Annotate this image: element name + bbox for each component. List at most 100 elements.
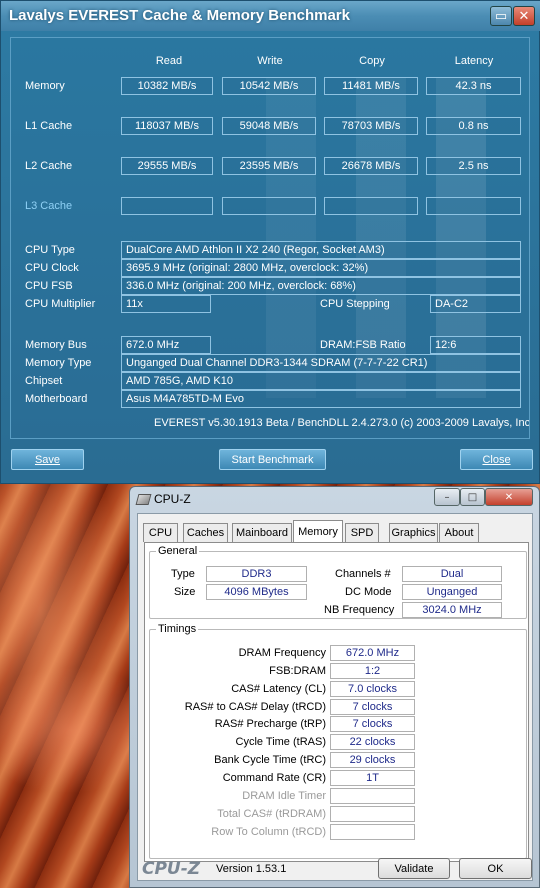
- row-label-l3-cache: L3 Cache: [25, 200, 73, 212]
- type-label: Type: [171, 568, 195, 580]
- tab-spd[interactable]: SPD: [345, 523, 379, 542]
- start-benchmark-label: Start Benchmark: [231, 453, 314, 466]
- memory-read-value: 10382 MB/s: [121, 77, 213, 95]
- timing-label: FSB:DRAM: [269, 665, 326, 677]
- dc-mode-value: Unganged: [402, 584, 502, 600]
- validate-label: Validate: [394, 862, 434, 875]
- timing-value: 7.0 clocks: [330, 681, 415, 697]
- close-dialog-button[interactable]: Close: [460, 449, 533, 470]
- size-label: Size: [174, 586, 196, 598]
- memory-latency-value: 42.3 ns: [426, 77, 521, 95]
- timing-label: Bank Cycle Time (tRC): [214, 754, 326, 766]
- close-button[interactable]: ✕: [513, 6, 535, 26]
- timing-value: 7 clocks: [330, 699, 415, 715]
- memory-panel: General Type DDR3 Size 4096 MBytes Chann…: [144, 542, 529, 862]
- everest-titlebar[interactable]: Lavalys EVEREST Cache & Memory Benchmark…: [1, 1, 540, 31]
- timing-label: DRAM Idle Timer: [242, 790, 326, 802]
- motherboard-value: Asus M4A785TD-M Evo: [121, 390, 521, 408]
- column-header-copy: Copy: [359, 55, 385, 67]
- timings-group: Timings DRAM Frequency 672.0 MHz FSB:DRA…: [149, 623, 527, 859]
- memory-bus-label: Memory Bus: [25, 339, 87, 351]
- maximize-icon: □: [467, 491, 478, 503]
- timing-value: [330, 806, 415, 822]
- minimize-icon: ▭: [494, 8, 508, 24]
- timing-label: Total CAS# (tRDRAM): [217, 808, 326, 820]
- everest-footer: EVEREST v5.30.1913 Beta / BenchDLL 2.4.2…: [154, 417, 530, 429]
- timing-label: RAS# Precharge (tRP): [214, 718, 326, 730]
- cpu-multiplier-value: 11x: [121, 295, 211, 313]
- l1-copy-value: 78703 MB/s: [324, 117, 418, 135]
- tab-memory[interactable]: Memory: [293, 520, 343, 543]
- l3-copy-value: [324, 197, 418, 215]
- memory-copy-value: 11481 MB/s: [324, 77, 418, 95]
- cpuz-minimize-button[interactable]: –: [434, 488, 460, 506]
- timing-label: Command Rate (CR): [222, 772, 326, 784]
- save-button[interactable]: Save: [11, 449, 84, 470]
- close-button-label: Close: [482, 453, 511, 466]
- cpuz-app-icon: [135, 494, 152, 505]
- timing-label: Row To Column (tRCD): [211, 826, 326, 838]
- channels-value: Dual: [402, 566, 502, 582]
- minimize-button[interactable]: ▭: [490, 6, 512, 26]
- l2-read-value: 29555 MB/s: [121, 157, 213, 175]
- chipset-label: Chipset: [25, 375, 63, 387]
- timing-value: 7 clocks: [330, 716, 415, 732]
- cpuz-body: CPU Caches Mainboard Memory SPD Graphics…: [137, 513, 533, 881]
- tab-about[interactable]: About: [439, 523, 479, 542]
- tab-cpu[interactable]: CPU: [143, 523, 178, 542]
- cpu-multiplier-label: CPU Multiplier: [25, 298, 96, 310]
- cpu-type-value: DualCore AMD Athlon II X2 240 (Regor, So…: [121, 241, 521, 259]
- timing-value: 672.0 MHz: [330, 645, 415, 661]
- memory-type-value: Unganged Dual Channel DDR3-1344 SDRAM (7…: [121, 354, 521, 372]
- tab-caches[interactable]: Caches: [183, 523, 228, 542]
- ok-button[interactable]: OK: [459, 858, 532, 879]
- cpuz-maximize-button[interactable]: □: [460, 488, 485, 506]
- cpu-stepping-label: CPU Stepping: [320, 298, 390, 310]
- l3-latency-value: [426, 197, 521, 215]
- cpu-stepping-value: DA-C2: [430, 295, 521, 313]
- memory-write-value: 10542 MB/s: [222, 77, 316, 95]
- tab-graphics[interactable]: Graphics: [389, 523, 438, 542]
- l3-write-value: [222, 197, 316, 215]
- minimize-icon: –: [444, 491, 450, 503]
- tab-mainboard[interactable]: Mainboard: [232, 523, 292, 542]
- memory-bus-value: 672.0 MHz: [121, 336, 211, 354]
- cpuz-title: CPU-Z: [154, 492, 191, 506]
- cpuz-close-button[interactable]: ✕: [485, 488, 533, 506]
- ok-label: OK: [487, 862, 504, 875]
- validate-button[interactable]: Validate: [378, 858, 450, 879]
- everest-title: Lavalys EVEREST Cache & Memory Benchmark: [9, 7, 350, 24]
- close-icon: ✕: [504, 491, 514, 503]
- l1-read-value: 118037 MB/s: [121, 117, 213, 135]
- timing-value: 1T: [330, 770, 415, 786]
- timing-label: DRAM Frequency: [238, 647, 326, 659]
- general-legend: General: [156, 545, 200, 557]
- row-label-l1-cache: L1 Cache: [25, 120, 73, 132]
- start-benchmark-button[interactable]: Start Benchmark: [219, 449, 326, 470]
- cpu-fsb-value: 336.0 MHz (original: 200 MHz, overclock:…: [121, 277, 521, 295]
- channels-label: Channels #: [335, 568, 391, 580]
- cpuz-window: CPU-Z – □ ✕ CPU Caches Mainboard Memory …: [129, 486, 540, 888]
- everest-window: Lavalys EVEREST Cache & Memory Benchmark…: [0, 0, 540, 484]
- l1-write-value: 59048 MB/s: [222, 117, 316, 135]
- l1-latency-value: 0.8 ns: [426, 117, 521, 135]
- timing-value: 29 clocks: [330, 752, 415, 768]
- timing-label: CAS# Latency (CL): [231, 683, 326, 695]
- timing-value: 22 clocks: [330, 734, 415, 750]
- column-header-read: Read: [155, 55, 183, 67]
- row-label-l2-cache: L2 Cache: [25, 160, 73, 172]
- l2-latency-value: 2.5 ns: [426, 157, 521, 175]
- cpu-clock-label: CPU Clock: [25, 262, 79, 274]
- l3-read-value: [121, 197, 213, 215]
- timings-legend: Timings: [156, 623, 199, 635]
- cpuz-brand-logo: CPU-Z: [142, 859, 201, 879]
- row-label-memory: Memory: [25, 80, 65, 92]
- timing-value: 1:2: [330, 663, 415, 679]
- close-icon: ✕: [518, 8, 530, 24]
- motherboard-label: Motherboard: [25, 393, 88, 405]
- type-value: DDR3: [206, 566, 307, 582]
- general-group: General Type DDR3 Size 4096 MBytes Chann…: [149, 545, 527, 619]
- dc-mode-label: DC Mode: [345, 586, 392, 598]
- column-header-write: Write: [257, 55, 283, 67]
- cpuz-version: Version 1.53.1: [216, 863, 287, 875]
